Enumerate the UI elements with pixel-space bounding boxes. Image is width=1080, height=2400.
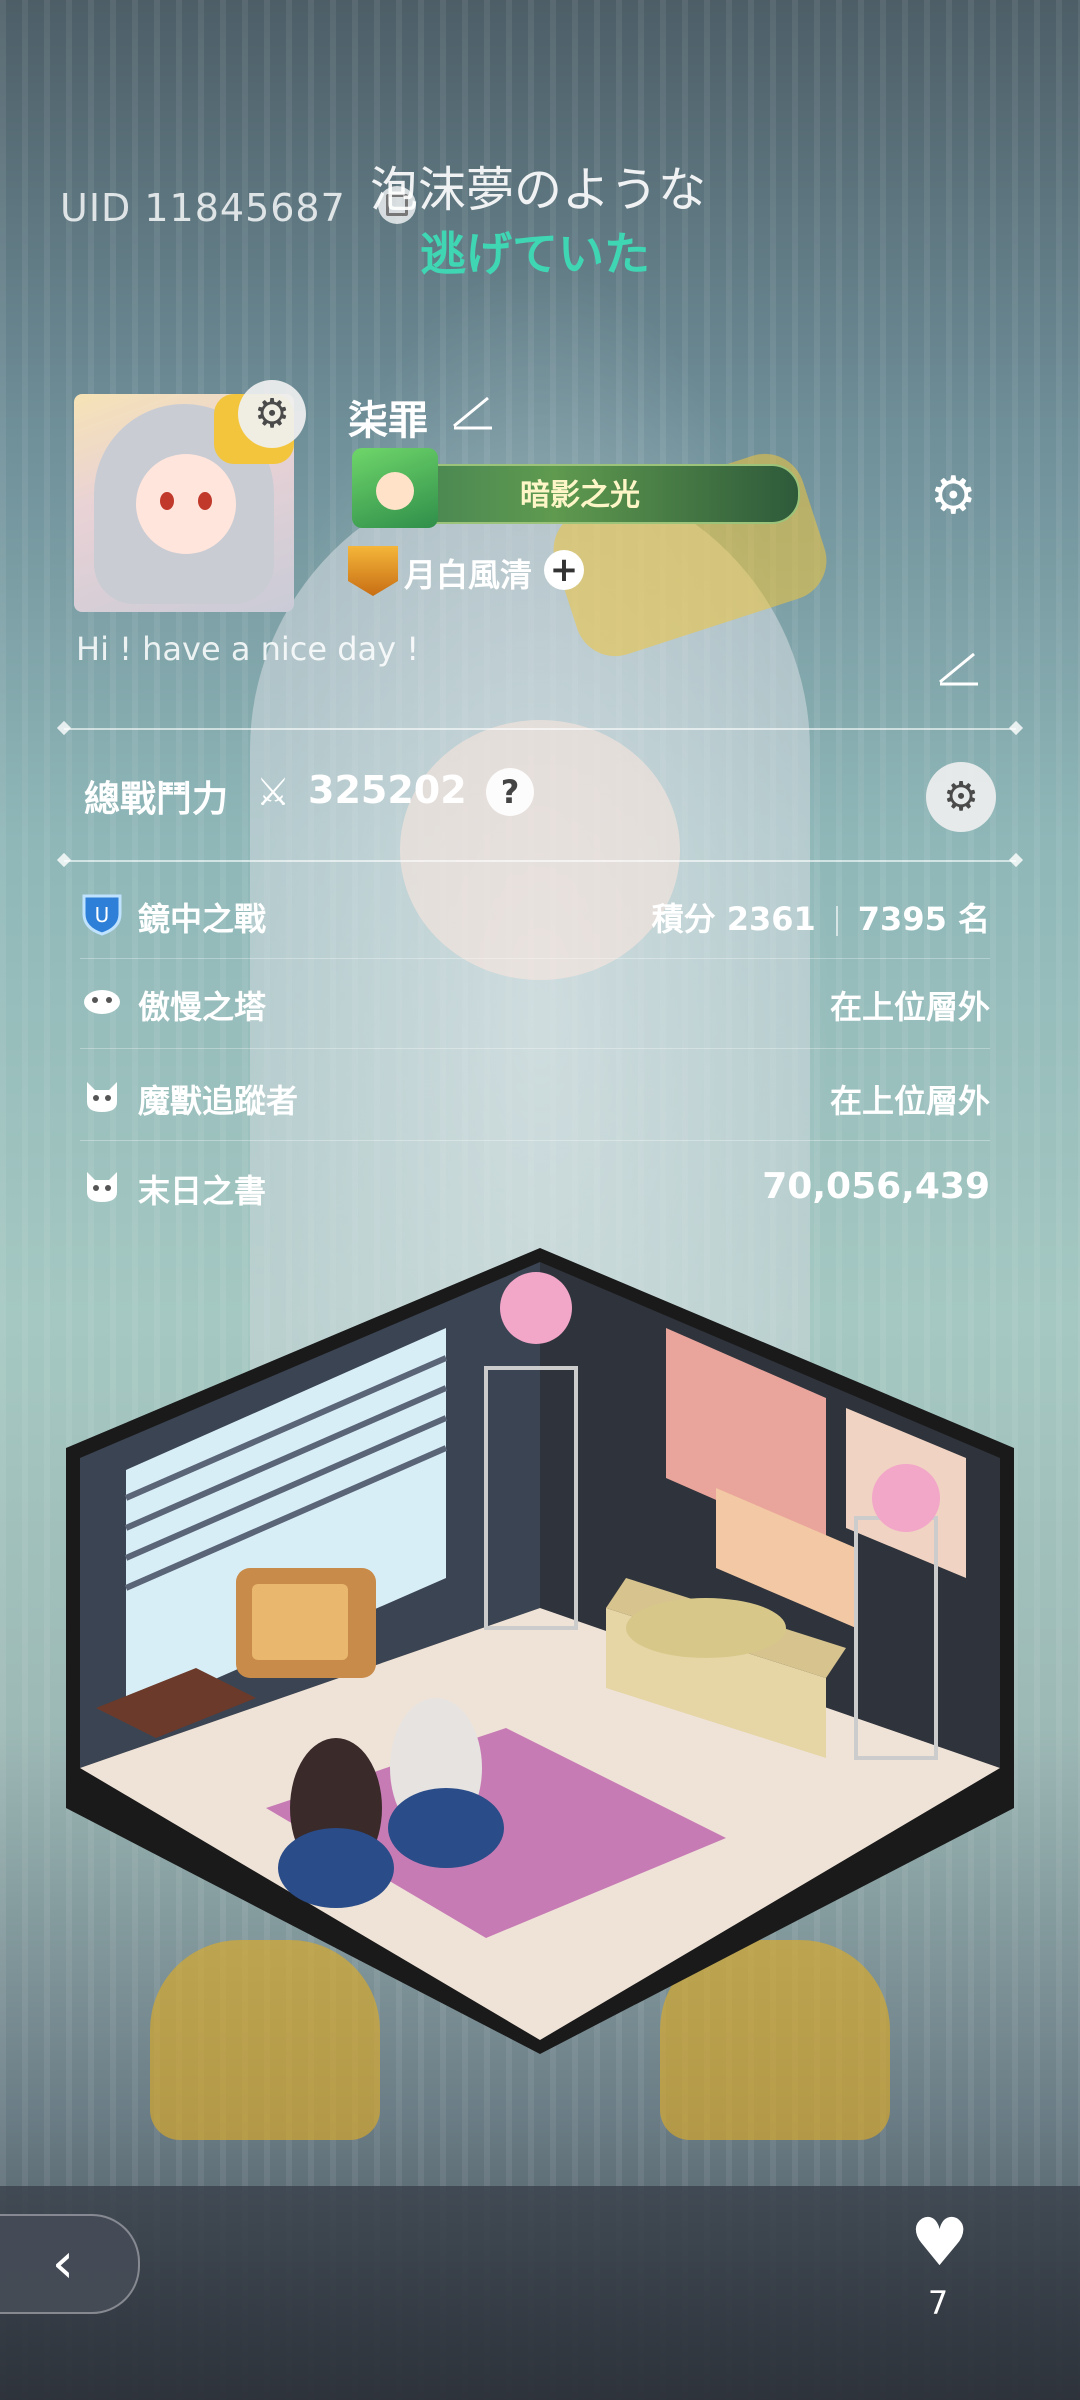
score-value: 積分 2361 bbox=[651, 900, 816, 938]
stat-label: 鏡中之戰 bbox=[138, 900, 267, 938]
combat-power-label: 總戰鬥力 bbox=[84, 779, 229, 820]
uid-label: UID 11845687 bbox=[60, 186, 346, 230]
stat-label: 末日之書 bbox=[138, 1172, 267, 1210]
crossed-swords-icon: ⚔ bbox=[256, 770, 291, 814]
stat-row-mirror-battle[interactable]: U 鏡中之戰 積分 2361 7395 名 bbox=[80, 886, 990, 946]
username: 柒罪 bbox=[348, 398, 428, 444]
back-button[interactable]: ‹ bbox=[0, 2214, 140, 2314]
bio-text: Hi ! have a nice day ! bbox=[76, 630, 420, 668]
help-button[interactable]: ? bbox=[486, 768, 534, 816]
stat-row-doomsday-book[interactable]: 末日之書 70,056,439 bbox=[80, 1158, 990, 1218]
stat-label: 傲慢之塔 bbox=[138, 988, 267, 1026]
like-count: 7 bbox=[927, 2284, 949, 2322]
heart-icon[interactable]: ♥ bbox=[910, 2210, 969, 2276]
stat-value: 在上位層外 bbox=[829, 1082, 990, 1120]
lyric-line-2: 逃げていた bbox=[420, 227, 650, 281]
tower-icon bbox=[80, 980, 124, 1024]
title-portrait bbox=[352, 448, 438, 528]
stat-value: 70,056,439 bbox=[762, 1166, 990, 1207]
beast-icon bbox=[80, 1074, 124, 1118]
add-guild-button[interactable]: + bbox=[544, 550, 584, 590]
divider bbox=[64, 860, 1016, 862]
shield-trophy-icon: U bbox=[80, 892, 124, 936]
profile-settings-gear-icon[interactable]: ⚙ bbox=[930, 470, 977, 522]
row-divider bbox=[80, 1140, 990, 1141]
rank-value: 7395 名 bbox=[857, 900, 990, 938]
stat-value: 在上位層外 bbox=[829, 988, 990, 1026]
guild-name: 月白風清 bbox=[404, 556, 533, 594]
svg-text:U: U bbox=[95, 903, 110, 927]
stat-label: 魔獸追蹤者 bbox=[138, 1082, 299, 1120]
row-divider bbox=[80, 1048, 990, 1049]
room-diorama[interactable] bbox=[66, 1248, 1014, 2054]
row-divider bbox=[80, 958, 990, 959]
stat-row-tower[interactable]: 傲慢之塔 在上位層外 bbox=[80, 974, 990, 1034]
lyric-line-1: 泡沫夢のような bbox=[370, 162, 707, 218]
power-settings-gear-icon[interactable]: ⚙ bbox=[926, 762, 996, 832]
combat-power-value: 325202 bbox=[308, 768, 467, 812]
edit-name-pencil-icon[interactable] bbox=[448, 392, 498, 432]
chevron-left-icon: ‹ bbox=[51, 2231, 75, 2296]
title-name: 暗影之光 bbox=[520, 478, 640, 513]
avatar-settings-gear-icon[interactable]: ⚙ bbox=[238, 380, 306, 448]
stat-row-beast-tracker[interactable]: 魔獸追蹤者 在上位層外 bbox=[80, 1068, 990, 1128]
divider bbox=[64, 728, 1016, 730]
stat-value: 積分 2361 7395 名 bbox=[652, 894, 990, 940]
beast-icon bbox=[80, 1164, 124, 1208]
edit-bio-pencil-icon[interactable] bbox=[936, 648, 982, 688]
